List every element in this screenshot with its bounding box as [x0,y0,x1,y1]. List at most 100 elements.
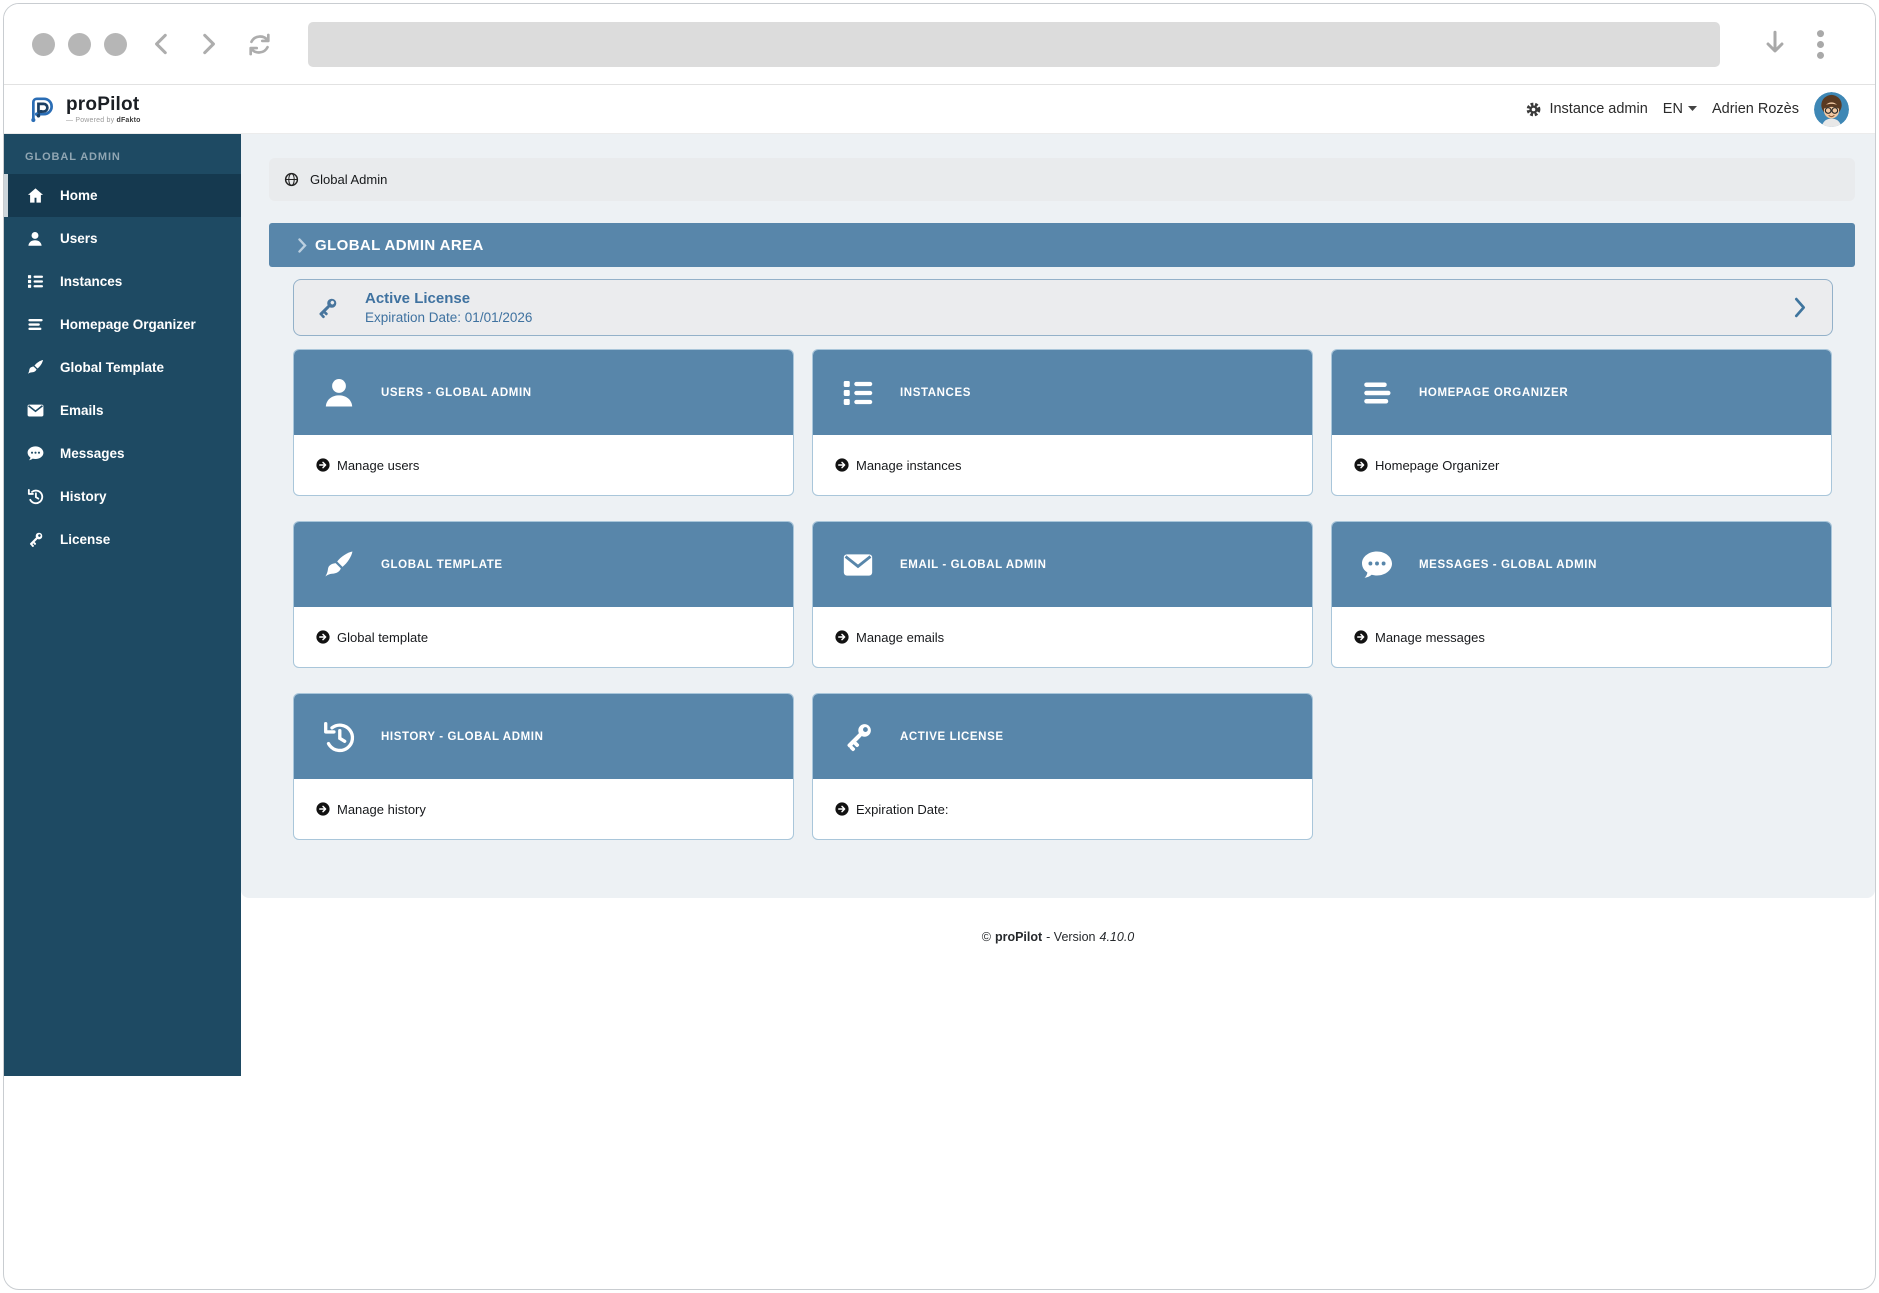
sidebar-item-label: Users [60,231,98,246]
card-title: HOMEPAGE ORGANIZER [1419,387,1568,399]
sidebar-item-label: License [60,532,110,547]
card-users-global-admin: USERS - GLOBAL ADMIN Manage users [293,349,794,496]
window-control-dot [32,33,55,56]
cards-section: Active License Expiration Date: 01/01/20… [269,279,1833,840]
list-icon [838,375,878,411]
main-area: Global Admin GLOBAL ADMIN AREA Active Li… [241,134,1875,1076]
homepage-organizer-link[interactable]: Homepage Organizer [1354,458,1499,473]
browser-back-button[interactable] [149,31,175,57]
browser-window: proPilot — Powered by dFakto Instance ad… [3,3,1876,1290]
browser-menu-button[interactable] [1816,29,1825,60]
sidebar-item-global-template[interactable]: Global Template [4,346,241,389]
sidebar-item-label: Messages [60,446,125,461]
window-control-dot [104,33,127,56]
footer-version: 4.10.0 [1100,930,1135,944]
sidebar-item-messages[interactable]: Messages [4,432,241,475]
breadcrumb: Global Admin [269,158,1855,201]
card-title: USERS - GLOBAL ADMIN [381,387,532,399]
brush-icon [319,548,359,582]
card-title: MESSAGES - GLOBAL ADMIN [1419,559,1597,571]
app-header: proPilot — Powered by dFakto Instance ad… [4,85,1875,134]
manage-users-link[interactable]: Manage users [316,458,419,473]
powered-by-label: — Powered by dFakto [66,117,141,124]
global-template-link[interactable]: Global template [316,630,428,645]
content-panel: Global Admin GLOBAL ADMIN AREA Active Li… [241,134,1875,898]
browser-refresh-button[interactable] [245,30,274,59]
sidebar-item-label: Instances [60,274,122,289]
copyright-symbol: © [982,930,991,944]
user-name[interactable]: Adrien Rozès [1712,101,1799,117]
card-email-global-admin: EMAIL - GLOBAL ADMIN Manage emails [812,521,1313,668]
manage-messages-link[interactable]: Manage messages [1354,630,1485,645]
instance-admin-button[interactable]: Instance admin [1525,101,1647,118]
chevron-right-icon [298,238,307,253]
avatar-image [1814,92,1849,127]
envelope-icon [25,401,45,420]
sidebar-item-users[interactable]: Users [4,217,241,260]
url-bar[interactable] [308,22,1720,67]
section-banner-title: GLOBAL ADMIN AREA [315,237,484,254]
footer: © proPilot - Version 4.10.0 [241,930,1875,944]
sidebar-item-homepage-organizer[interactable]: Homepage Organizer [4,303,241,346]
language-dropdown[interactable]: EN [1663,101,1697,117]
browser-chrome [4,4,1875,85]
manage-instances-link[interactable]: Manage instances [835,458,962,473]
header-right: Instance admin EN Adrien Rozès [1525,92,1849,127]
active-license-bar[interactable]: Active License Expiration Date: 01/01/20… [293,279,1833,336]
chevron-right-icon [1794,297,1806,318]
card-header: EMAIL - GLOBAL ADMIN [813,522,1312,607]
browser-forward-button[interactable] [195,31,221,57]
card-header: GLOBAL TEMPLATE [294,522,793,607]
card-title: ACTIVE LICENSE [900,731,1004,743]
sidebar-item-label: History [60,489,107,504]
history-icon [319,718,359,756]
avatar[interactable] [1814,92,1849,127]
user-icon [319,375,359,411]
home-icon [25,186,45,205]
bars-icon [25,315,45,334]
language-label: EN [1663,101,1683,117]
card-homepage-organizer: HOMEPAGE ORGANIZER Homepage Organizer [1331,349,1832,496]
breadcrumb-global-admin[interactable]: Global Admin [310,172,387,187]
manage-history-link[interactable]: Manage history [316,802,426,817]
sidebar-item-label: Global Template [60,360,164,375]
chevron-down-icon [1688,106,1697,112]
card-history-global-admin: HISTORY - GLOBAL ADMIN Manage history [293,693,794,840]
sidebar-item-license[interactable]: License [4,518,241,561]
license-title: Active License [365,290,532,307]
propilot-logo-icon [24,92,58,126]
arrow-circle-icon [316,630,330,644]
sidebar-item-history[interactable]: History [4,475,241,518]
key-icon [838,719,878,755]
bars-icon [1357,375,1397,411]
card-header: HOMEPAGE ORGANIZER [1332,350,1831,435]
card-global-template: GLOBAL TEMPLATE Global template [293,521,794,668]
sidebar-item-label: Homepage Organizer [60,317,196,332]
arrow-circle-icon [1354,458,1368,472]
sidebar-item-label: Home [60,188,98,203]
app-body: GLOBAL ADMIN Home Users Instances [4,134,1875,1076]
window-control-dot [68,33,91,56]
section-banner: GLOBAL ADMIN AREA [269,223,1855,267]
arrow-circle-icon [316,802,330,816]
arrow-circle-icon [835,458,849,472]
card-messages-global-admin: MESSAGES - GLOBAL ADMIN Manage messages [1331,521,1832,668]
browser-download-button[interactable] [1762,29,1788,59]
card-header: INSTANCES [813,350,1312,435]
key-icon [25,530,45,549]
kebab-menu-icon [1816,29,1825,60]
footer-brand: proPilot [995,930,1042,944]
message-icon [25,444,45,463]
propilot-logo[interactable]: proPilot — Powered by dFakto [24,92,141,126]
sidebar-item-emails[interactable]: Emails [4,389,241,432]
sidebar-item-home[interactable]: Home [4,174,241,217]
globe-icon [284,172,299,187]
sidebar-section-label: GLOBAL ADMIN [4,134,241,174]
refresh-icon [245,30,274,59]
expiration-date-link[interactable]: Expiration Date: [835,802,949,817]
footer-version-label: - Version [1046,930,1095,944]
sidebar: GLOBAL ADMIN Home Users Instances [4,134,241,1076]
manage-emails-link[interactable]: Manage emails [835,630,944,645]
message-icon [1357,547,1397,583]
sidebar-item-instances[interactable]: Instances [4,260,241,303]
